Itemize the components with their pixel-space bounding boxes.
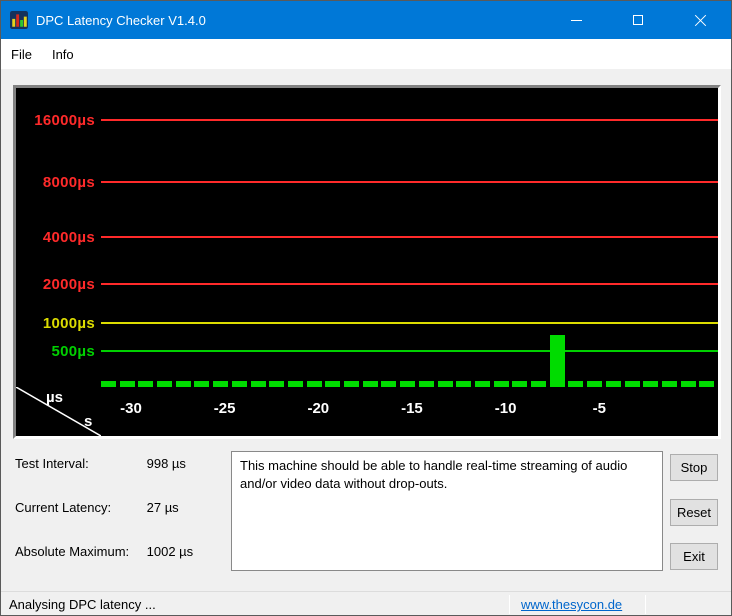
latency-bar [157, 381, 173, 387]
latency-bar [381, 381, 397, 387]
x-axis-tick-label: -15 [401, 400, 423, 417]
stat-value: 998 µs [146, 456, 186, 471]
stat-label: Absolute Maximum: [15, 544, 130, 559]
latency-bar [231, 381, 247, 387]
close-icon [694, 14, 707, 27]
latency-bar [194, 381, 210, 387]
stat-value: 1002 µs [146, 544, 194, 559]
latency-bar [175, 381, 191, 387]
latency-bar [474, 381, 490, 387]
stat-value: 27 µs [146, 500, 179, 515]
maximize-icon [633, 15, 643, 25]
latency-bar [437, 381, 453, 387]
window-title: DPC Latency Checker V1.4.0 [36, 12, 206, 28]
latency-bar [101, 381, 116, 387]
close-button[interactable] [669, 1, 731, 39]
latency-bar [605, 381, 621, 387]
latency-bar [362, 381, 378, 387]
stop-button[interactable]: Stop [670, 454, 718, 481]
stat-test-interval: Test Interval: 998 µs [15, 456, 186, 471]
latency-chart: µs s 16000µs 8000µs 4000µs 2000µs 1000µs 500µ… [13, 85, 721, 439]
y-axis-label: 8000µs [42, 174, 95, 191]
axis-corner: µs s [16, 387, 101, 436]
chart-plot: µs s 16000µs 8000µs 4000µs 2000µs 1000µs 500µ… [16, 88, 718, 436]
latency-bar [661, 381, 677, 387]
menu-file[interactable]: File [1, 39, 42, 69]
latency-bar [587, 381, 603, 387]
latency-bar [418, 381, 434, 387]
statusbar-separator [509, 595, 510, 614]
x-axis-tick-label: -30 [120, 400, 142, 417]
latency-bar [568, 381, 584, 387]
latency-bar [699, 381, 715, 387]
titlebar[interactable]: DPC Latency Checker V1.4.0 [1, 1, 731, 39]
x-axis-tick-label: -25 [213, 400, 236, 417]
reset-button[interactable]: Reset [670, 499, 718, 526]
y-gridline [101, 350, 718, 352]
maximize-button[interactable] [607, 1, 669, 39]
statusbar: Analysing DPC latency ... www.thesycon.d… [1, 591, 731, 615]
menu-info[interactable]: Info [42, 39, 84, 69]
latency-bar [512, 381, 528, 387]
latency-bar [119, 381, 135, 387]
latency-bar [400, 381, 416, 387]
app-window: DPC Latency Checker V1.4.0 File Info µs … [0, 0, 732, 616]
latency-bar [680, 381, 696, 387]
bottom-panel: Test Interval: 998 µs Current Latency: 2… [1, 439, 731, 591]
latency-bar [549, 335, 565, 387]
exit-button[interactable]: Exit [670, 543, 718, 570]
status-text: Analysing DPC latency ... [9, 597, 156, 612]
thesycon-link[interactable]: www.thesycon.de [521, 597, 622, 612]
menubar: File Info [1, 39, 731, 69]
y-gridline [101, 283, 718, 285]
app-icon[interactable] [10, 11, 28, 29]
latency-bar [493, 381, 509, 387]
y-gridline [101, 322, 718, 324]
latency-bar [531, 381, 547, 387]
x-axis-tick-label: -20 [307, 400, 330, 417]
minimize-button[interactable] [545, 1, 607, 39]
y-axis-label: 500µs [51, 343, 95, 360]
latency-bar [138, 381, 154, 387]
y-axis-label: 4000µs [42, 229, 95, 246]
latency-bar [344, 381, 360, 387]
y-axis-unit-label: µs [46, 389, 63, 406]
latency-bar [456, 381, 472, 387]
latency-bar [306, 381, 322, 387]
y-gridline [101, 236, 718, 238]
latency-bar [269, 381, 285, 387]
x-axis-unit-label: s [84, 413, 93, 430]
y-gridline [101, 181, 718, 183]
minimize-icon [570, 19, 582, 21]
y-axis-label: 2000µs [42, 276, 95, 293]
x-axis-tick-label: -10 [494, 400, 517, 417]
latency-bar [213, 381, 229, 387]
latency-bar [250, 381, 266, 387]
x-axis-tick-label: -5 [592, 400, 606, 417]
statusbar-separator [645, 595, 646, 614]
latency-bar [643, 381, 659, 387]
y-axis-label: 1000µs [42, 315, 95, 332]
y-gridline [101, 119, 718, 121]
latency-bar [325, 381, 341, 387]
stat-label: Test Interval: [15, 456, 89, 471]
latency-bar [624, 381, 640, 387]
stat-current-latency: Current Latency: 27 µs [15, 500, 179, 515]
stat-label: Current Latency: [15, 500, 112, 515]
analysis-message-box: This machine should be able to handle re… [231, 451, 663, 571]
latency-bar [287, 381, 303, 387]
stat-absolute-maximum: Absolute Maximum: 1002 µs [15, 544, 193, 559]
y-axis-label: 16000µs [34, 112, 95, 129]
